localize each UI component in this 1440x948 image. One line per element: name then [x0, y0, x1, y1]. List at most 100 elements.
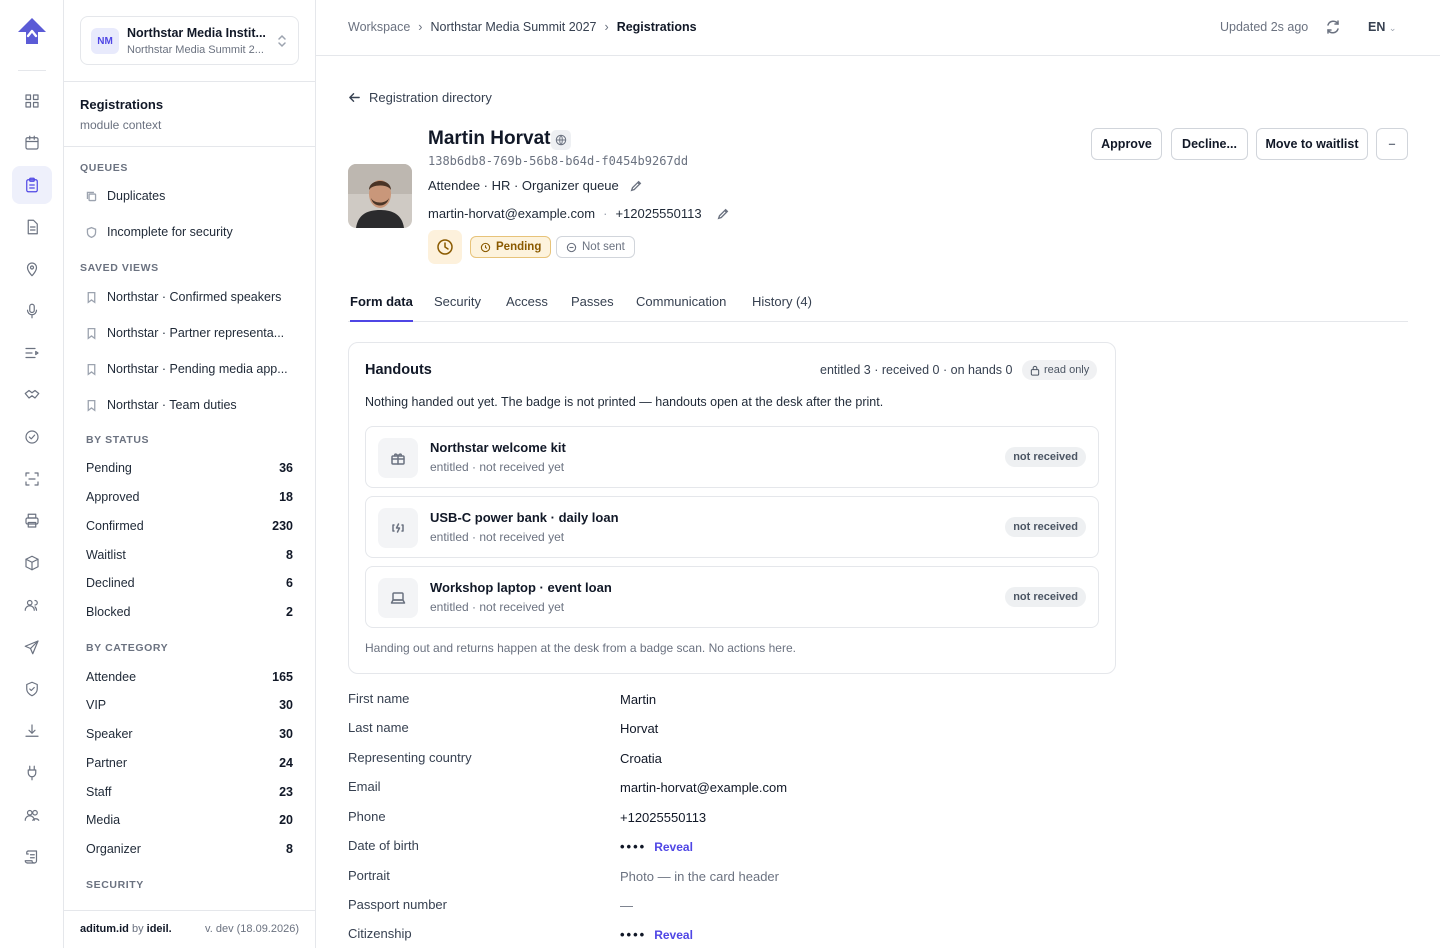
masked-value: •••• [620, 839, 647, 854]
org-event: Northstar Media Summit 2... [127, 44, 264, 56]
saved-view-label: Northstar · Confirmed speakers [107, 290, 282, 304]
reveal-button[interactable]: Reveal [654, 928, 693, 942]
saved-view-item[interactable]: Northstar · Pending media app... [80, 355, 302, 383]
person-name: Martin Horvat [428, 128, 551, 149]
edit-pencil-icon[interactable] [629, 179, 643, 193]
refresh-icon[interactable] [1325, 19, 1341, 35]
reveal-button[interactable]: Reveal [654, 840, 693, 854]
category-filter-speaker[interactable]: Speaker 30 [86, 722, 293, 746]
status-filter-approved[interactable]: Approved 18 [86, 485, 293, 509]
tab-form-data[interactable]: Form data [350, 294, 413, 322]
rail-shield-icon[interactable] [12, 670, 52, 708]
rail-document-icon[interactable] [12, 208, 52, 246]
status-label: Waitlist [86, 548, 126, 562]
footer-brand: aditum.id by ideil. [80, 923, 172, 935]
language-select[interactable]: EN ⌄ [1368, 20, 1396, 34]
rail-check-circle-icon[interactable] [12, 418, 52, 456]
breadcrumb-workspace[interactable]: Workspace [348, 20, 410, 34]
bookmark-icon [87, 291, 96, 304]
approve-button[interactable]: Approve [1091, 128, 1162, 160]
gift-icon [378, 438, 418, 478]
handout-tag: not received [1005, 447, 1086, 467]
clock-icon [480, 242, 491, 252]
globe-icon[interactable] [551, 130, 571, 150]
back-link[interactable]: Registration directory [348, 90, 492, 105]
rail-location-pin-icon[interactable] [12, 250, 52, 288]
handout-tag: not received [1005, 587, 1086, 607]
saved-view-item[interactable]: Northstar · Confirmed speakers [80, 283, 302, 311]
saved-view-item[interactable]: Northstar · Team duties [80, 391, 302, 419]
rail-dashboard-icon[interactable] [12, 82, 52, 120]
rail-agenda-icon[interactable] [12, 334, 52, 372]
field-label: Passport number [348, 897, 447, 912]
status-filter-waitlist[interactable]: Waitlist 8 [86, 543, 293, 567]
rail-package-icon[interactable] [12, 544, 52, 582]
org-switcher[interactable]: NM Northstar Media Instit... Northstar M… [80, 16, 299, 65]
rail-scan-icon[interactable] [12, 460, 52, 498]
clock-icon [428, 230, 462, 264]
category-label: Organizer [86, 842, 141, 856]
tab-communication[interactable]: Communication [636, 294, 726, 322]
tab-passes[interactable]: Passes [571, 294, 614, 322]
field-row-portrait: Portrait Photo — in the card header [348, 868, 1108, 890]
status-filter-declined[interactable]: Declined 6 [86, 571, 293, 595]
rail-send-icon[interactable] [12, 628, 52, 666]
queue-duplicates[interactable]: Duplicates [80, 182, 302, 210]
rail-handshake-icon[interactable] [12, 376, 52, 414]
breadcrumb-event[interactable]: Northstar Media Summit 2027 [430, 20, 596, 34]
field-row-country: Representing country Croatia [348, 750, 1108, 772]
rail-users-icon[interactable] [12, 586, 52, 624]
queue-incomplete-security[interactable]: Incomplete for security [80, 218, 302, 246]
category-filter-attendee[interactable]: Attendee 165 [86, 665, 293, 689]
tab-history[interactable]: History (4) [752, 294, 812, 322]
status-label: Approved [86, 490, 140, 504]
handout-status: entitled · not received yet [430, 530, 565, 544]
copy-icon [86, 191, 97, 201]
category-filter-partner[interactable]: Partner 24 [86, 751, 293, 775]
tab-security[interactable]: Security [434, 294, 481, 322]
status-filter-blocked[interactable]: Blocked 2 [86, 600, 293, 624]
edit-pencil-icon[interactable] [716, 207, 730, 221]
bookmark-icon [87, 399, 96, 412]
shield-icon [86, 226, 97, 238]
status-filter-pending[interactable]: Pending 36 [86, 456, 293, 480]
breadcrumb-current: Registrations [616, 20, 697, 34]
sidebar: NM Northstar Media Instit... Northstar M… [64, 0, 316, 948]
decline-button[interactable]: Decline... [1171, 128, 1248, 160]
category-label: Partner [86, 756, 127, 770]
rail-clipboard-icon[interactable] [12, 166, 52, 204]
saved-view-label: Northstar · Partner representa... [107, 326, 285, 340]
handouts-intro: Nothing handed out yet. The badge is not… [365, 395, 884, 409]
tab-bar: Form data Security Access Passes Communi… [348, 282, 1408, 322]
rail-team-icon[interactable] [12, 796, 52, 834]
field-label: Representing country [348, 750, 472, 765]
category-filter-staff[interactable]: Staff 23 [86, 780, 293, 804]
registration-meta: Attendee · HR · Organizer queue [428, 178, 643, 193]
registration-meta-text: Attendee · HR · Organizer queue [428, 178, 619, 193]
field-value-masked: •••• Reveal [620, 927, 693, 942]
saved-view-item[interactable]: Northstar · Partner representa... [80, 319, 302, 347]
move-to-waitlist-button[interactable]: Move to waitlist [1256, 128, 1368, 160]
category-filter-organizer[interactable]: Organizer 8 [86, 837, 293, 861]
tab-access[interactable]: Access [506, 294, 548, 322]
field-value: Martin [620, 692, 657, 707]
rail-scroll-icon[interactable] [12, 838, 52, 876]
rail-plug-icon[interactable] [12, 754, 52, 792]
saved-view-label: Northstar · Pending media app... [107, 362, 288, 376]
back-link-label: Registration directory [369, 90, 492, 105]
more-actions-button[interactable]: – [1376, 128, 1408, 160]
rail-calendar-icon[interactable] [12, 124, 52, 162]
category-filter-media[interactable]: Media 20 [86, 808, 293, 832]
rail-printer-icon[interactable] [12, 502, 52, 540]
app-logo-icon[interactable] [16, 16, 48, 46]
category-count: 23 [279, 785, 293, 799]
rail-download-icon[interactable] [12, 712, 52, 750]
category-filter-vip[interactable]: VIP 30 [86, 693, 293, 717]
field-row-last-name: Last name Horvat [348, 720, 1108, 742]
status-badge: Pending [470, 236, 552, 258]
saved-views-heading: SAVED VIEWS [80, 262, 159, 274]
queues-heading: QUEUES [80, 162, 128, 174]
status-filter-confirmed[interactable]: Confirmed 230 [86, 514, 293, 538]
rail-microphone-icon[interactable] [12, 292, 52, 330]
handout-status: entitled · not received yet [430, 460, 565, 474]
